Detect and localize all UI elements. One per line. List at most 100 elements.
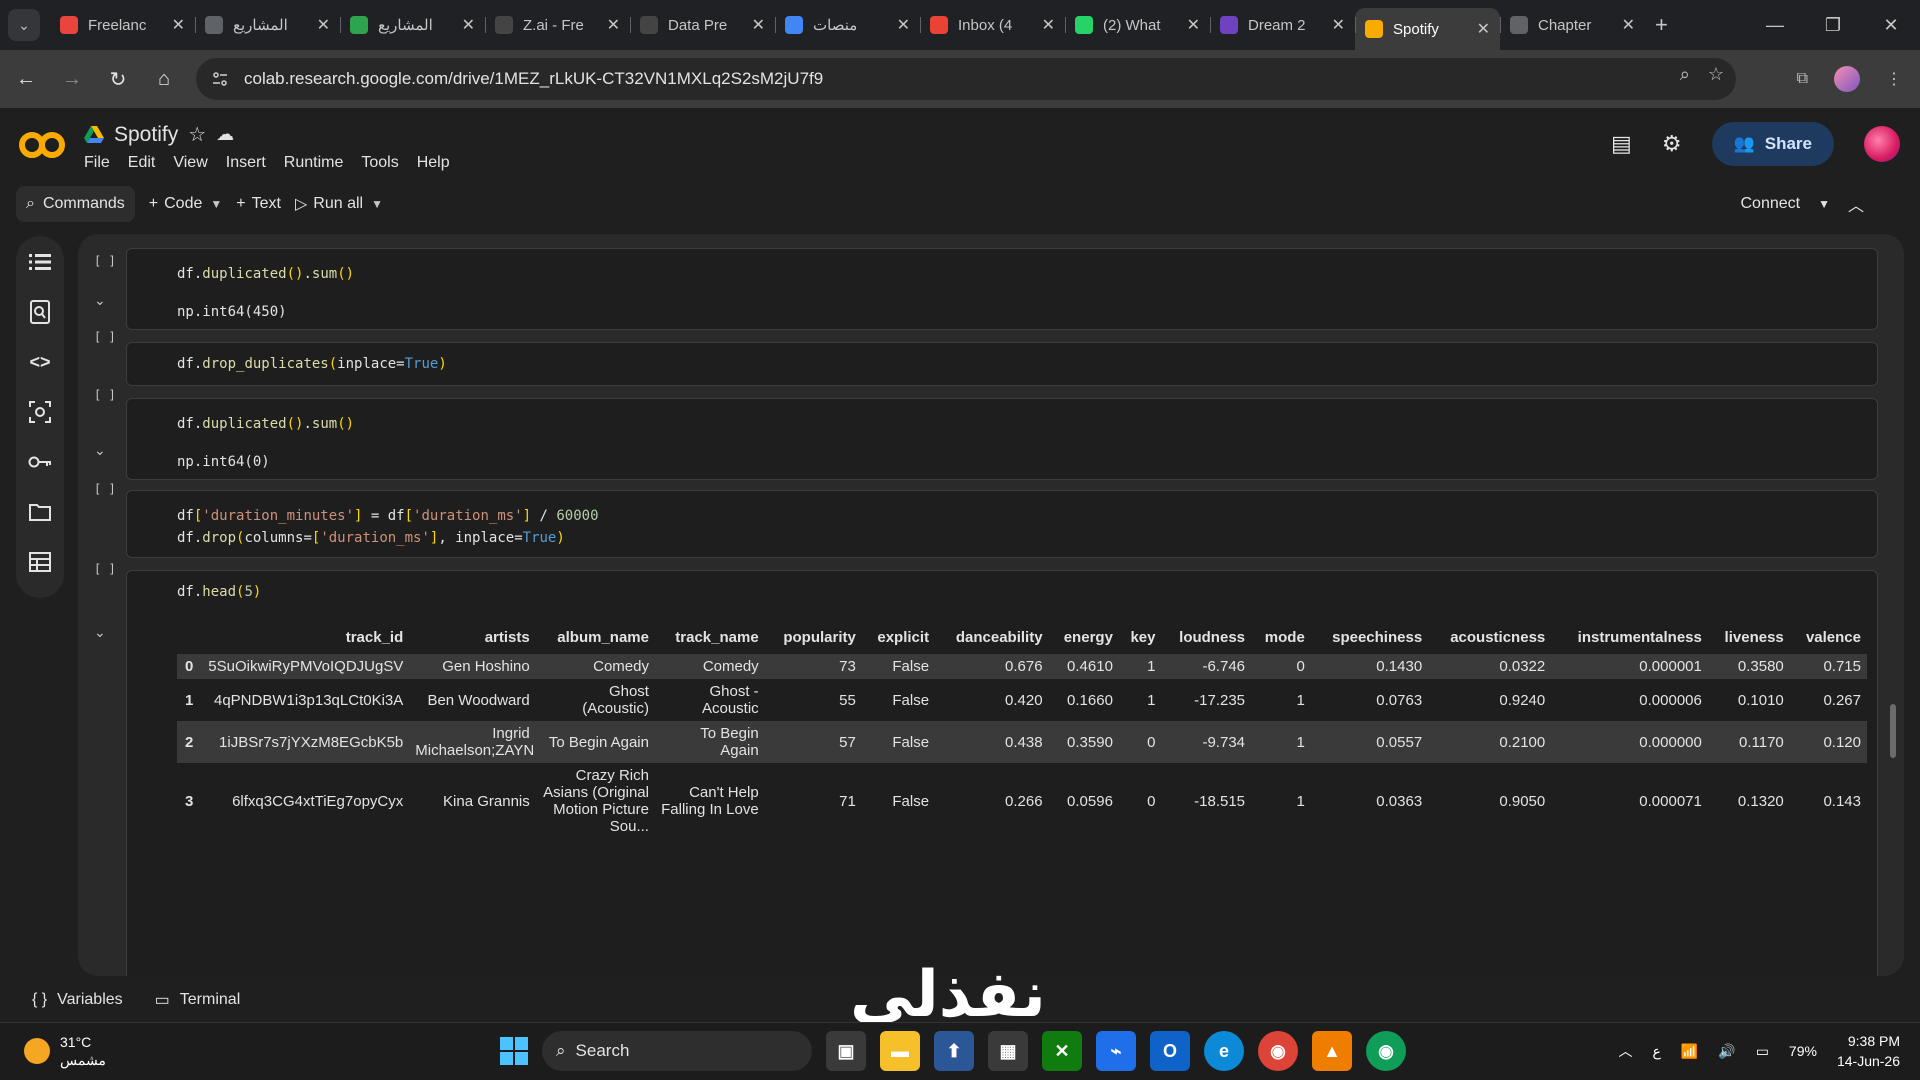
code-cell[interactable]: df.head(5) track_id artists album_name trac…: [126, 570, 1878, 976]
cell-code[interactable]: df['duration_minutes'] = df['duration_ms…: [127, 491, 1877, 549]
edge-icon[interactable]: e: [1204, 1031, 1244, 1071]
run-all-button[interactable]: ▷ Run all: [295, 194, 363, 214]
find-replace-icon[interactable]: [26, 296, 54, 328]
code-editor-icon[interactable]: ⌁: [1096, 1031, 1136, 1071]
home-icon[interactable]: ⌂: [144, 59, 184, 99]
weather-widget[interactable]: 31°C مشمس: [24, 1033, 106, 1069]
settings-gear-icon[interactable]: ⚙: [1662, 131, 1682, 157]
menu-edit[interactable]: Edit: [128, 154, 156, 172]
data-table-icon[interactable]: [26, 546, 54, 578]
close-tab-icon[interactable]: ✕: [1187, 15, 1200, 35]
language-indicator[interactable]: ع: [1652, 1043, 1660, 1060]
run-cell-button[interactable]: [ ]: [94, 254, 116, 268]
share-button[interactable]: 👥 Share: [1711, 122, 1834, 166]
close-window-icon[interactable]: ✕: [1862, 15, 1920, 36]
battery-icon[interactable]: ▭: [1756, 1043, 1769, 1060]
browser-tab[interactable]: Data Pre ✕: [630, 8, 775, 42]
browser-menu-icon[interactable]: ⋮: [1886, 69, 1902, 89]
microsoft-store-icon[interactable]: ▦: [988, 1031, 1028, 1071]
clock[interactable]: 9:38 PM 14-Jun-26: [1837, 1031, 1900, 1071]
connect-button[interactable]: Connect: [1741, 195, 1801, 213]
cell-code[interactable]: df.duplicated().sum(): [127, 249, 1877, 285]
comments-icon[interactable]: ▤: [1611, 131, 1632, 157]
browser-tab[interactable]: Freelanc ✕: [50, 8, 195, 42]
colab-logo[interactable]: [18, 130, 66, 160]
close-tab-icon[interactable]: ✕: [897, 15, 910, 35]
menu-view[interactable]: View: [173, 154, 207, 172]
taskbar-search[interactable]: ⌕ Search: [542, 1031, 812, 1071]
reload-icon[interactable]: ↻: [98, 59, 138, 99]
scrollbar-thumb[interactable]: [1890, 704, 1896, 758]
chrome-icon[interactable]: ◉: [1258, 1031, 1298, 1071]
site-info-icon[interactable]: [204, 63, 236, 95]
cloud-saved-icon[interactable]: ☁: [216, 124, 234, 145]
collapse-output-icon[interactable]: ⌄: [94, 624, 106, 641]
close-tab-icon[interactable]: ✕: [607, 15, 620, 35]
menu-help[interactable]: Help: [417, 154, 450, 172]
close-tab-icon[interactable]: ✕: [462, 15, 475, 35]
browser-tab[interactable]: منصات ✕: [775, 8, 920, 42]
wifi-icon[interactable]: 📶: [1681, 1043, 1698, 1060]
collapse-header-icon[interactable]: ︿: [1848, 192, 1864, 216]
tab-search-button[interactable]: ⌄: [8, 9, 40, 41]
code-cell[interactable]: df['duration_minutes'] = df['duration_ms…: [126, 490, 1878, 558]
code-snippets-icon[interactable]: <>: [26, 346, 54, 378]
menu-tools[interactable]: Tools: [361, 154, 398, 172]
close-tab-icon[interactable]: ✕: [1477, 19, 1490, 39]
restore-icon[interactable]: ❐: [1804, 15, 1862, 36]
menu-insert[interactable]: Insert: [226, 154, 266, 172]
minimize-icon[interactable]: —: [1746, 15, 1804, 36]
outlook-icon[interactable]: O: [1150, 1031, 1190, 1071]
files-folder-icon[interactable]: [26, 496, 54, 528]
terminal-button[interactable]: ▭ Terminal: [155, 990, 241, 1010]
close-tab-icon[interactable]: ✕: [752, 15, 765, 35]
star-icon[interactable]: ☆: [188, 122, 206, 147]
close-tab-icon[interactable]: ✕: [172, 15, 185, 35]
profile-avatar[interactable]: [1834, 66, 1860, 92]
variables-inspector-icon[interactable]: [26, 396, 54, 428]
close-tab-icon[interactable]: ✕: [317, 15, 330, 35]
run-all-dropdown-icon[interactable]: ▼: [371, 197, 383, 211]
browser-tab[interactable]: Inbox (4 ✕: [920, 8, 1065, 42]
collapse-output-icon[interactable]: ⌄: [94, 442, 106, 459]
code-cell[interactable]: df.duplicated().sum() np.int64(0): [126, 398, 1878, 480]
chrome-profile-icon[interactable]: ◉: [1366, 1031, 1406, 1071]
browser-tab[interactable]: Chapter ✕: [1500, 8, 1645, 42]
browser-tab[interactable]: المشاريع ✕: [340, 8, 485, 42]
url-text[interactable]: colab.research.google.com/drive/1MEZ_rLk…: [244, 69, 823, 89]
close-tab-icon[interactable]: ✕: [1332, 15, 1345, 35]
windows-start-icon[interactable]: [500, 1037, 528, 1065]
browser-tab[interactable]: المشاريع ✕: [195, 8, 340, 42]
code-cell[interactable]: df.duplicated().sum() np.int64(450): [126, 248, 1878, 330]
close-tab-icon[interactable]: ✕: [1042, 15, 1055, 35]
zoom-icon[interactable]: ⌕: [1680, 64, 1690, 85]
xbox-icon[interactable]: ✕: [1042, 1031, 1082, 1071]
run-cell-button[interactable]: [ ]: [94, 388, 116, 402]
back-icon[interactable]: ←: [6, 59, 46, 99]
bookmark-star-icon[interactable]: ☆: [1708, 64, 1724, 85]
browser-tab[interactable]: Spotify ✕: [1355, 8, 1500, 50]
menu-file[interactable]: File: [84, 154, 110, 172]
connect-dropdown-icon[interactable]: ▼: [1818, 197, 1830, 211]
run-cell-button[interactable]: [ ]: [94, 330, 116, 344]
extensions-icon[interactable]: ⧉: [1797, 70, 1808, 88]
browser-tab[interactable]: Dream 2 ✕: [1210, 8, 1355, 42]
cell-code[interactable]: df.duplicated().sum(): [127, 399, 1877, 435]
cell-code[interactable]: df.drop_duplicates(inplace=True): [127, 343, 1877, 375]
vlc-icon[interactable]: ▲: [1312, 1031, 1352, 1071]
cell-code[interactable]: df.head(5): [127, 571, 1877, 603]
commands-button[interactable]: ⌕ Commands: [16, 186, 135, 222]
notebook-title[interactable]: Spotify: [114, 123, 178, 147]
show-hidden-icons[interactable]: ︿: [1618, 1041, 1632, 1061]
pinned-app-icon[interactable]: ⬆: [934, 1031, 974, 1071]
browser-tab[interactable]: Z.ai - Fre ✕: [485, 8, 630, 42]
task-view-icon[interactable]: ▣: [826, 1031, 866, 1071]
variables-button[interactable]: { } Variables: [32, 991, 123, 1009]
code-dropdown-icon[interactable]: ▼: [210, 197, 222, 211]
forward-icon[interactable]: →: [52, 59, 92, 99]
address-bar[interactable]: colab.research.google.com/drive/1MEZ_rLk…: [196, 58, 1736, 100]
browser-tab[interactable]: (2) What ✕: [1065, 8, 1210, 42]
run-cell-button[interactable]: [ ]: [94, 482, 116, 496]
table-of-contents-icon[interactable]: [26, 246, 54, 278]
close-tab-icon[interactable]: ✕: [1622, 15, 1635, 35]
